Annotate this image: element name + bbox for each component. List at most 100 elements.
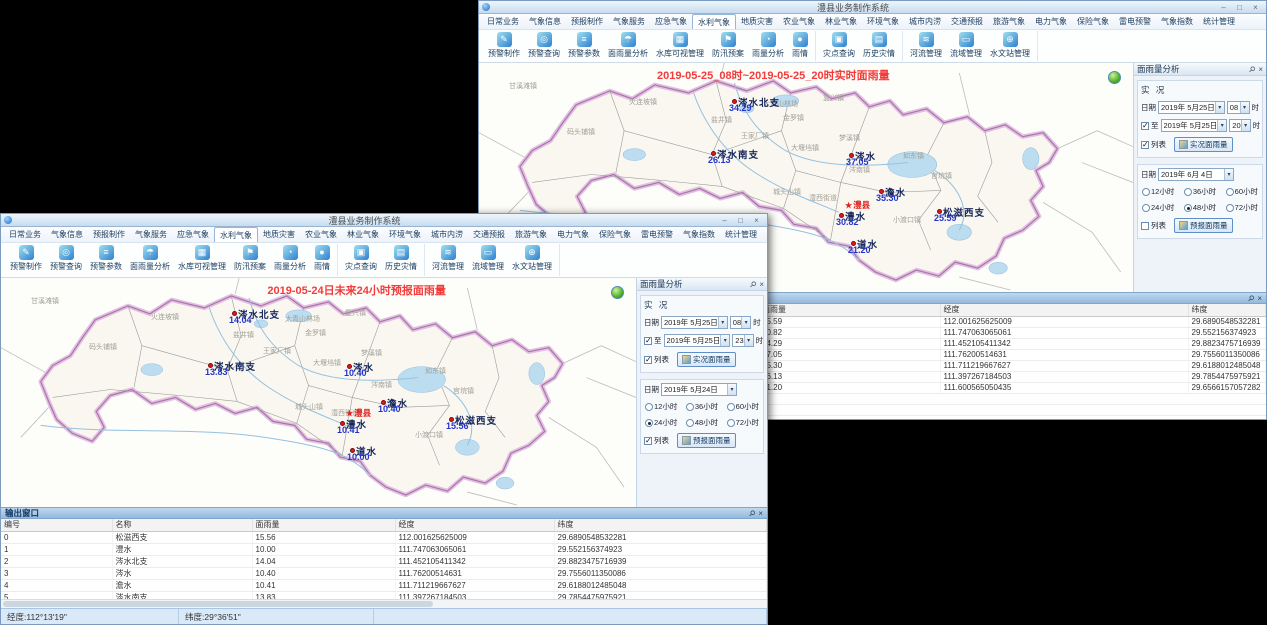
toolbar-button[interactable]: ▤ 历史灾情 xyxy=(859,31,899,60)
chevron-down-icon[interactable]: ▾ xyxy=(718,317,727,328)
toolbar-button[interactable]: ▦ 水库可视管理 xyxy=(174,244,230,273)
toolbar-button[interactable]: ≡ 预警参数 xyxy=(86,244,126,273)
toolbar-button[interactable]: ⊕ 水文站管理 xyxy=(986,31,1034,60)
chevron-down-icon[interactable]: ▾ xyxy=(1224,169,1233,180)
minimize-button[interactable]: – xyxy=(1216,2,1231,13)
table-row[interactable]: 30.82 111.747063065061 29.552156374923 xyxy=(759,327,1266,338)
menu-tab[interactable]: 电力气象 xyxy=(1030,14,1072,29)
toolbar-button[interactable]: ◎ 预警查询 xyxy=(524,31,564,60)
menu-tab[interactable]: 环境气象 xyxy=(384,227,426,242)
chevron-down-icon[interactable]: ▾ xyxy=(741,317,750,328)
obs-rainfall-button[interactable]: 实况面雨量 xyxy=(1174,137,1233,152)
chevron-down-icon[interactable]: ▾ xyxy=(1217,120,1226,131)
table-row[interactable]: 37.05 111.76200514631 29.7556011350086 xyxy=(759,349,1266,360)
column-header[interactable]: 经度 xyxy=(395,519,554,531)
list-checkbox[interactable] xyxy=(1141,141,1149,149)
toolbar-button[interactable]: ☂ 面雨量分析 xyxy=(126,244,174,273)
menu-tab[interactable]: 旅游气象 xyxy=(988,14,1030,29)
minimize-button[interactable]: – xyxy=(717,215,732,226)
menu-tab[interactable]: 雷电预警 xyxy=(1114,14,1156,29)
forecast-period-radio[interactable]: 60小时 xyxy=(1226,186,1258,197)
menu-tab[interactable]: 气象信息 xyxy=(46,227,88,242)
forecast-period-radio[interactable]: 36小时 xyxy=(1184,186,1216,197)
menu-tab[interactable]: 气象服务 xyxy=(130,227,172,242)
toolbar-button[interactable]: ◔ 雨量分析 xyxy=(748,31,788,60)
titlebar[interactable]: 澧县业务制作系统 – □ × xyxy=(479,1,1266,14)
menu-tab[interactable]: 林业气象 xyxy=(342,227,384,242)
close-icon[interactable]: × xyxy=(1257,294,1262,303)
pin-icon[interactable]: ⚲ xyxy=(748,279,759,290)
menu-tab[interactable]: 预报制作 xyxy=(88,227,130,242)
column-header[interactable]: 纬度 xyxy=(1188,304,1266,316)
column-header[interactable]: 编号 xyxy=(1,519,112,531)
table-row[interactable]: 35.30 111.711219667627 29.6188012485048 xyxy=(759,360,1266,371)
column-header[interactable]: 纬度 xyxy=(554,519,767,531)
forecast-period-radio[interactable]: 24小时 xyxy=(645,417,677,428)
obs-date-from-select[interactable]: 2019年 5月25日▾ xyxy=(661,316,728,329)
table-row[interactable]: 34.29 111.452105411342 29.8823475716939 xyxy=(759,338,1266,349)
toolbar-button[interactable]: ▤ 历史灾情 xyxy=(381,244,421,273)
panel-close-icon[interactable]: × xyxy=(759,280,764,289)
column-header[interactable]: 经度 xyxy=(940,304,1188,316)
menu-tab[interactable]: 保险气象 xyxy=(1072,14,1114,29)
forecast-period-radio[interactable]: 60小时 xyxy=(727,401,759,412)
menu-tab[interactable]: 环境气象 xyxy=(862,14,904,29)
toolbar-button[interactable]: ▭ 流域管理 xyxy=(468,244,508,273)
menu-tab[interactable]: 气象指数 xyxy=(1156,14,1198,29)
toolbar-button[interactable]: ◎ 预警查询 xyxy=(46,244,86,273)
table-row[interactable]: 1 澧水 10.00 111.747063065061 29.552156374… xyxy=(1,543,767,555)
obs-hour-from-select[interactable]: 08▾ xyxy=(1227,101,1250,114)
forecast-period-radio[interactable]: 36小时 xyxy=(686,401,718,412)
chevron-down-icon[interactable]: ▾ xyxy=(1241,120,1250,131)
toolbar-button[interactable]: ● 雨情 xyxy=(788,31,812,60)
table-row[interactable]: 26.13 111.397267184503 29.7854475975921 xyxy=(759,371,1266,382)
forecast-period-radio[interactable]: 72小时 xyxy=(1226,202,1258,213)
table-row[interactable]: 25.59 112.001625625009 29.6890548532281 xyxy=(759,316,1266,327)
menu-tab[interactable]: 日常业务 xyxy=(482,14,524,29)
maximize-button[interactable]: □ xyxy=(733,215,748,226)
list-checkbox[interactable] xyxy=(1141,222,1149,230)
close-button[interactable]: × xyxy=(749,215,764,226)
forecast-period-radio[interactable]: 12小时 xyxy=(645,401,677,412)
menu-tab[interactable]: 应急气象 xyxy=(650,14,692,29)
forecast-period-radio[interactable]: 12小时 xyxy=(1142,186,1174,197)
toolbar-button[interactable]: ≡ 预警参数 xyxy=(564,31,604,60)
forecast-date-select[interactable]: 2019年 5月24日▾ xyxy=(661,383,737,396)
chevron-down-icon[interactable]: ▾ xyxy=(1215,102,1224,113)
globe-button[interactable] xyxy=(1108,71,1121,84)
forecast-period-radio[interactable]: 48小时 xyxy=(1184,202,1216,213)
chevron-down-icon[interactable]: ▾ xyxy=(720,335,729,346)
table-row[interactable]: 5 涔水南支 13.83 111.397267184503 29.7854475… xyxy=(1,591,767,599)
menu-tab[interactable]: 统计管理 xyxy=(1198,14,1240,29)
menu-tab[interactable]: 交通预报 xyxy=(946,14,988,29)
forecast-period-radio[interactable]: 24小时 xyxy=(1142,202,1174,213)
menu-tab[interactable]: 城市内涝 xyxy=(904,14,946,29)
forecast-date-select[interactable]: 2019年 6月 4日▾ xyxy=(1158,168,1234,181)
toolbar-button[interactable]: ⊕ 水文站管理 xyxy=(508,244,556,273)
menu-tab[interactable]: 农业气象 xyxy=(778,14,820,29)
obs-hour-to-select[interactable]: 20▾ xyxy=(1229,119,1250,132)
toolbar-button[interactable]: ✎ 预警制作 xyxy=(6,244,46,273)
list-checkbox[interactable] xyxy=(644,356,652,364)
chevron-down-icon[interactable]: ▾ xyxy=(744,335,753,346)
menu-tab[interactable]: 保险气象 xyxy=(594,227,636,242)
scrollbar-thumb[interactable] xyxy=(3,601,433,607)
obs-date-to-select[interactable]: 2019年 5月25日▾ xyxy=(1161,119,1228,132)
menu-tab[interactable]: 地质灾害 xyxy=(258,227,300,242)
obs-date-to-select[interactable]: 2019年 5月25日▾ xyxy=(664,334,731,347)
menu-tab[interactable]: 农业气象 xyxy=(300,227,342,242)
toolbar-button[interactable]: ◔ 雨量分析 xyxy=(270,244,310,273)
forecast-period-radio[interactable]: 48小时 xyxy=(686,417,718,428)
menu-tab[interactable]: 统计管理 xyxy=(720,227,762,242)
panel-close-icon[interactable]: × xyxy=(1258,65,1263,74)
horizontal-scrollbar[interactable] xyxy=(1,599,767,608)
close-button[interactable]: × xyxy=(1248,2,1263,13)
table-row[interactable]: 3 涔水 10.40 111.76200514631 29.7556011350… xyxy=(1,567,767,579)
menu-tab[interactable]: 气象指数 xyxy=(678,227,720,242)
menu-tab[interactable]: 雷电预警 xyxy=(636,227,678,242)
menu-tab[interactable]: 水利气象 xyxy=(692,14,736,29)
toolbar-button[interactable]: ☂ 面雨量分析 xyxy=(604,31,652,60)
obs-date-from-select[interactable]: 2019年 5月25日▾ xyxy=(1158,101,1225,114)
menu-tab[interactable]: 气象信息 xyxy=(524,14,566,29)
pin-icon[interactable]: ⚲ xyxy=(747,508,758,519)
